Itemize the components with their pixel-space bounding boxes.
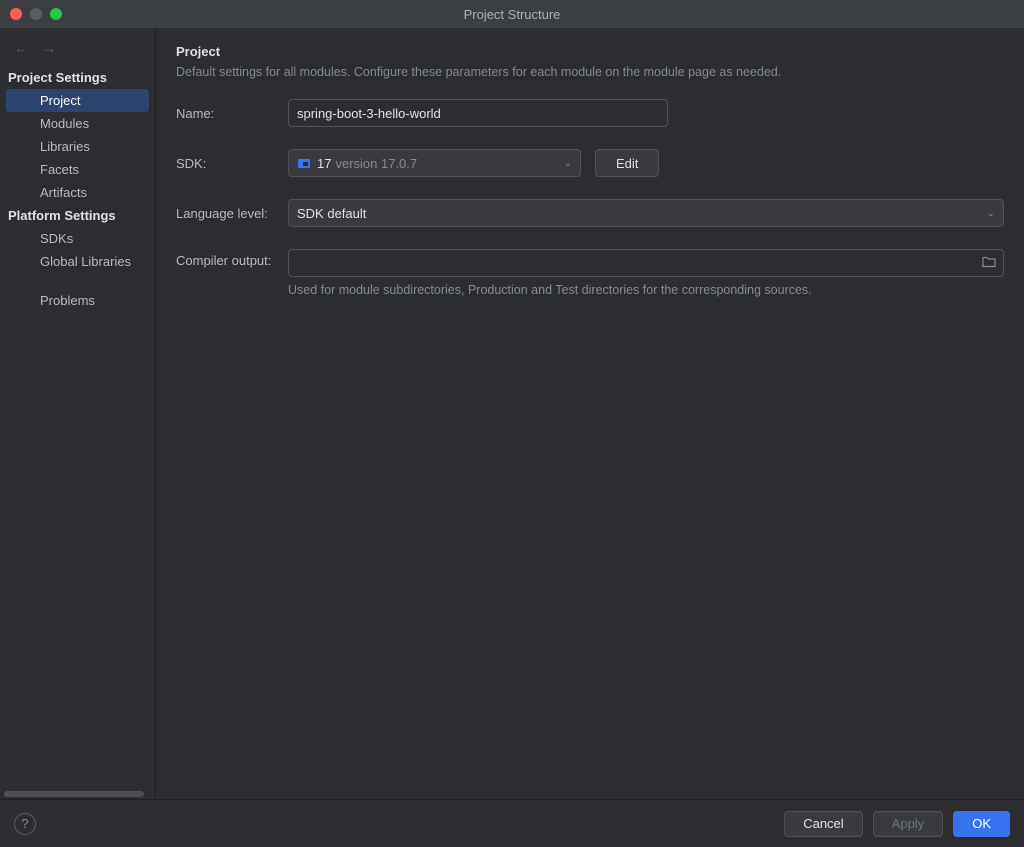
sidebar-item-label: Modules (40, 116, 89, 131)
browse-folder-icon[interactable] (982, 255, 996, 272)
compiler-output-input[interactable] (288, 249, 1004, 277)
sdk-number: 17 (317, 156, 331, 171)
titlebar: Project Structure (0, 0, 1024, 28)
sidebar-item-problems[interactable]: Problems (0, 289, 155, 312)
compiler-output-row: Compiler output: Used for module subdire… (176, 249, 1004, 297)
sidebar-item-label: Libraries (40, 139, 90, 154)
maximize-window-button[interactable] (50, 8, 62, 20)
name-label: Name: (176, 106, 288, 121)
section-description: Default settings for all modules. Config… (176, 65, 1004, 79)
sidebar: ← → Project Settings Project Modules Lib… (0, 28, 156, 799)
sidebar-item-label: Project (40, 93, 80, 108)
sidebar-item-artifacts[interactable]: Artifacts (0, 181, 155, 204)
name-row: Name: (176, 99, 1004, 127)
window-controls (0, 8, 62, 20)
sidebar-item-label: Facets (40, 162, 79, 177)
ok-button[interactable]: OK (953, 811, 1010, 837)
chevron-down-icon: ⌄ (564, 158, 572, 169)
sidebar-item-label: Global Libraries (40, 254, 131, 269)
nav-arrows: ← → (0, 28, 155, 66)
window-title: Project Structure (464, 7, 561, 22)
sdk-version-detail: version 17.0.7 (335, 156, 417, 171)
minimize-window-button[interactable] (30, 8, 42, 20)
sidebar-item-global-libraries[interactable]: Global Libraries (0, 250, 155, 273)
language-level-row: Language level: SDK default ⌄ (176, 199, 1004, 227)
sidebar-item-sdks[interactable]: SDKs (0, 227, 155, 250)
language-level-select[interactable]: SDK default ⌄ (288, 199, 1004, 227)
compiler-output-hint: Used for module subdirectories, Producti… (288, 283, 1004, 297)
project-name-input[interactable] (288, 99, 668, 127)
chevron-down-icon: ⌄ (987, 208, 995, 219)
close-window-button[interactable] (10, 8, 22, 20)
section-title: Project (176, 44, 1004, 59)
back-arrow-icon[interactable]: ← (14, 40, 28, 56)
sdk-label: SDK: (176, 156, 288, 171)
forward-arrow-icon[interactable]: → (42, 40, 56, 56)
sidebar-item-label: Problems (40, 293, 95, 308)
sdk-select[interactable]: 17 version 17.0.7 ⌄ (288, 149, 581, 177)
sidebar-item-project[interactable]: Project (6, 89, 149, 112)
platform-settings-header: Platform Settings (0, 204, 155, 227)
cancel-button[interactable]: Cancel (784, 811, 862, 837)
scrollbar-thumb[interactable] (4, 791, 144, 797)
sidebar-item-facets[interactable]: Facets (0, 158, 155, 181)
edit-sdk-button[interactable]: Edit (595, 149, 659, 177)
apply-button: Apply (873, 811, 944, 837)
sidebar-item-label: SDKs (40, 231, 73, 246)
language-level-label: Language level: (176, 206, 288, 221)
sdk-row: SDK: 17 version 17.0.7 ⌄ Edit (176, 149, 1004, 177)
sidebar-item-modules[interactable]: Modules (0, 112, 155, 135)
content-panel: Project Default settings for all modules… (156, 28, 1024, 799)
help-icon: ? (21, 816, 28, 831)
sidebar-item-libraries[interactable]: Libraries (0, 135, 155, 158)
compiler-output-label: Compiler output: (176, 249, 288, 268)
folder-java-icon (297, 156, 311, 170)
help-button[interactable]: ? (14, 813, 36, 835)
project-settings-header: Project Settings (0, 66, 155, 89)
language-level-value: SDK default (297, 206, 366, 221)
dialog-footer: ? Cancel Apply OK (0, 799, 1024, 847)
sidebar-item-label: Artifacts (40, 185, 87, 200)
sidebar-scrollbar[interactable] (0, 791, 155, 799)
